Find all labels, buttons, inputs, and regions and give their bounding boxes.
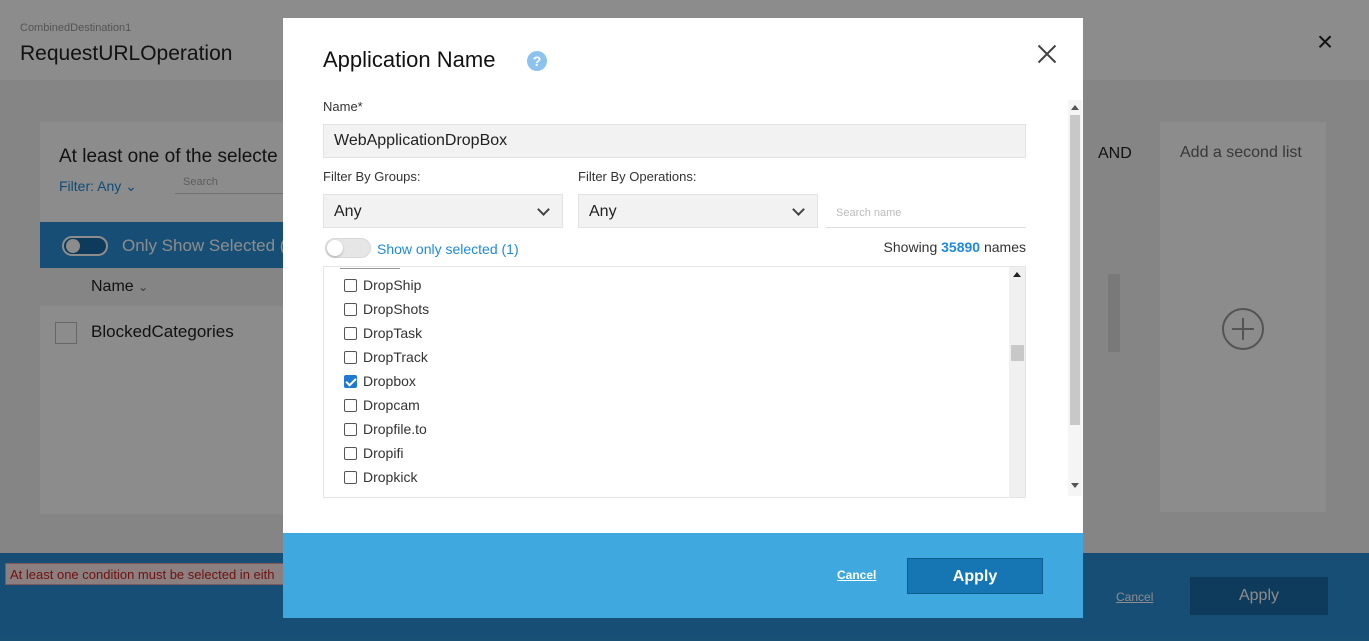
filter-groups-label: Filter By Groups: [323, 169, 421, 184]
item-checkbox[interactable] [344, 350, 357, 364]
apply-button[interactable]: Apply [907, 558, 1043, 594]
list-scrollbar[interactable] [1009, 267, 1025, 497]
application-list: DropShip DropShots DropTask DropTrack Dropbo… [323, 266, 1026, 498]
show-only-selected-label[interactable]: Show only selected (1) [377, 241, 519, 257]
item-checkbox[interactable] [344, 374, 357, 388]
show-only-selected-toggle[interactable] [325, 238, 371, 258]
list-item[interactable]: Dropfile.to [344, 417, 427, 441]
scroll-down-arrow-icon[interactable] [1071, 483, 1079, 488]
dialog-title: Application Name [323, 47, 496, 72]
list-item[interactable]: DropTask [344, 321, 422, 345]
item-label: Dropfile.to [363, 421, 427, 437]
list-item[interactable]: DropShots [344, 297, 429, 321]
list-item[interactable]: Dropbox [344, 369, 416, 393]
filter-groups-value: Any [334, 203, 362, 220]
filter-operations-value: Any [589, 203, 617, 220]
showing-count-text: Showing 35890 names [884, 239, 1026, 255]
item-label: Dropbox [363, 373, 416, 389]
search-name-input[interactable] [826, 198, 1026, 228]
scroll-up-arrow-icon[interactable] [1071, 105, 1079, 110]
help-icon[interactable]: ? [527, 51, 547, 71]
list-item[interactable]: Dropifi [344, 441, 403, 465]
list-scroll-thumb[interactable] [1011, 345, 1024, 361]
item-checkbox[interactable] [344, 278, 357, 292]
item-checkbox[interactable] [344, 446, 357, 460]
toggle-knob [327, 240, 343, 256]
filter-operations-select[interactable]: Any [578, 194, 818, 228]
item-label: Dropkick [363, 469, 418, 485]
item-label: Dropifi [363, 445, 404, 461]
list-item[interactable]: Dropkick [344, 465, 417, 489]
application-name-dialog: Application Name ? Name* Filter By Group… [283, 18, 1083, 618]
dialog-scrollbar[interactable] [1068, 100, 1082, 496]
filter-groups-select[interactable]: Any [323, 194, 563, 228]
showing-prefix: Showing [883, 239, 938, 255]
scroll-up-arrow-icon[interactable] [1013, 272, 1021, 277]
chevron-down-icon [537, 203, 550, 216]
item-checkbox[interactable] [344, 470, 357, 484]
list-item[interactable]: Dropcam [344, 393, 420, 417]
item-checkbox[interactable] [344, 326, 357, 340]
list-item[interactable]: DropTrack [344, 345, 428, 369]
item-checkbox[interactable] [344, 422, 357, 436]
chevron-down-icon [792, 203, 805, 216]
close-icon[interactable] [1035, 42, 1059, 66]
list-item[interactable]: DropShip [344, 273, 421, 297]
cancel-button[interactable]: Cancel [837, 568, 876, 582]
filter-operations-label: Filter By Operations: [578, 169, 697, 184]
partial-list-item [340, 267, 400, 269]
item-checkbox[interactable] [344, 398, 357, 412]
item-label: Dropcam [363, 397, 420, 413]
item-label: DropTask [363, 325, 423, 341]
item-label: DropShip [363, 277, 422, 293]
item-checkbox[interactable] [344, 302, 357, 316]
dialog-footer: Cancel Apply [283, 533, 1083, 618]
showing-count: 35890 [941, 239, 981, 255]
dialog-scroll-thumb[interactable] [1070, 115, 1080, 425]
item-label: DropShots [363, 301, 430, 317]
name-input[interactable] [323, 124, 1026, 158]
name-label: Name* [323, 99, 363, 114]
item-label: DropTrack [363, 349, 428, 365]
showing-suffix: names [983, 239, 1026, 255]
